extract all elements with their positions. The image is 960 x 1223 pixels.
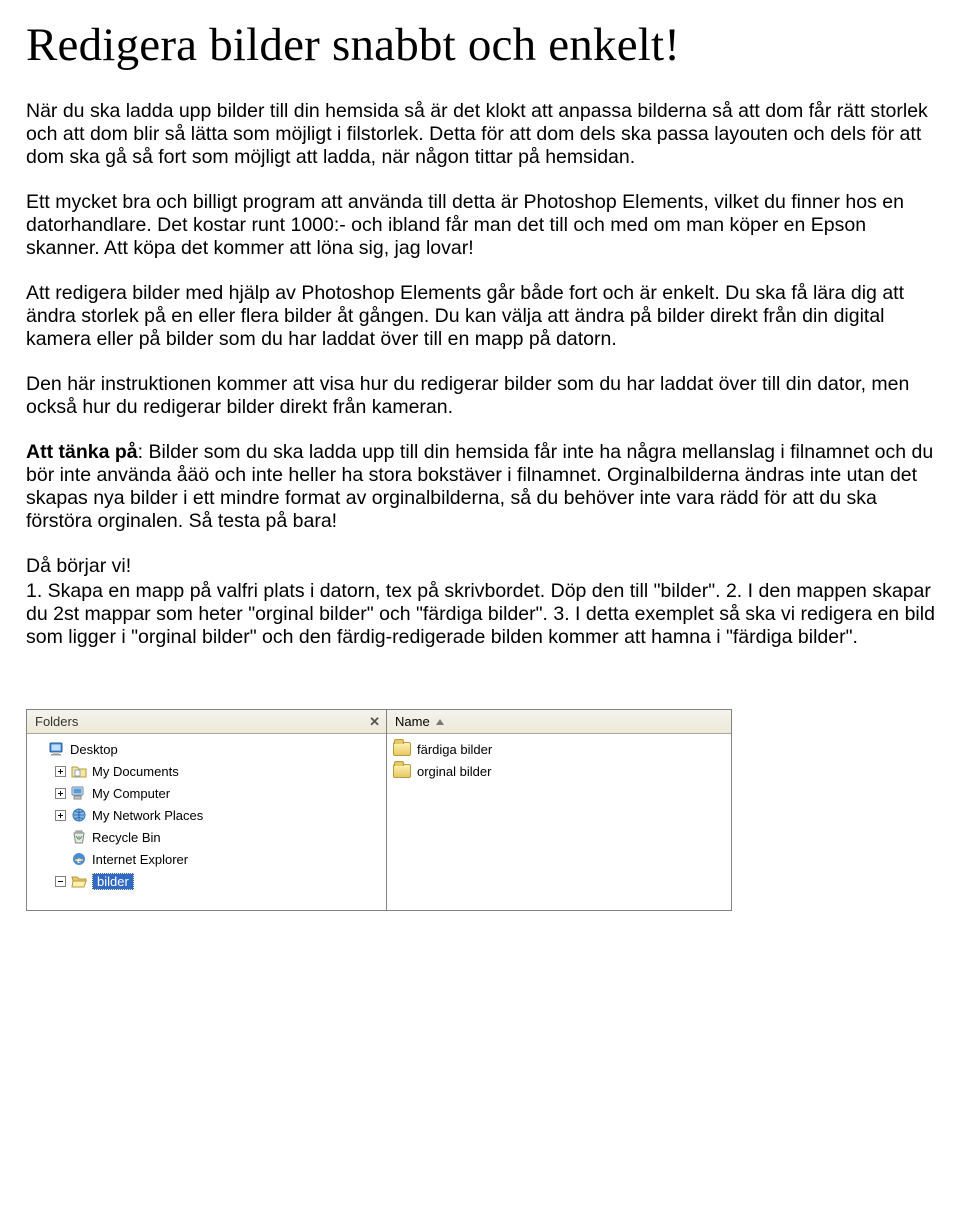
intro-paragraph-4: Den här instruktionen kommer att visa hu… — [26, 373, 944, 419]
tree-item-desktop[interactable]: Desktop — [33, 738, 382, 760]
note-paragraph: Att tänka på: Bilder som du ska ladda up… — [26, 441, 944, 533]
note-rest-1: : Bilder som du ska ladda upp till din h… — [138, 441, 775, 463]
ie-icon: e — [70, 850, 88, 868]
tree-label-selected: bilder — [92, 873, 134, 890]
tree-label: My Documents — [92, 764, 179, 779]
intro-paragraph-1: När du ska ladda upp bilder till din hem… — [26, 100, 944, 169]
tree-item-documents[interactable]: My Documents — [33, 760, 382, 782]
tree-label: Recycle Bin — [92, 830, 161, 845]
folder-icon — [393, 742, 411, 756]
folders-pane-header: Folders ✕ — [27, 710, 386, 734]
name-column-header[interactable]: Name — [387, 710, 731, 734]
page-title: Redigera bilder snabbt och enkelt! — [26, 18, 944, 72]
tree-item-ie[interactable]: e Internet Explorer — [33, 848, 382, 870]
expand-icon[interactable] — [55, 766, 66, 777]
file-label: orginal bilder — [417, 764, 491, 779]
tree-label: My Computer — [92, 786, 170, 801]
svg-text:e: e — [77, 855, 81, 865]
open-folder-icon — [70, 872, 88, 890]
desktop-icon — [48, 740, 66, 758]
recycle-bin-icon — [70, 828, 88, 846]
start-paragraph: Då börjar vi! — [26, 555, 944, 578]
documents-icon — [70, 762, 88, 780]
tree-item-network[interactable]: My Network Places — [33, 804, 382, 826]
sort-ascending-icon — [436, 719, 444, 725]
expand-icon[interactable] — [55, 788, 66, 799]
note-lead: Att tänka på — [26, 441, 138, 463]
computer-icon — [70, 784, 88, 802]
files-pane: Name färdiga bilder orginal bilder — [387, 710, 731, 910]
folders-pane: Folders ✕ Desktop My Documents — [27, 710, 387, 910]
close-icon[interactable]: ✕ — [369, 714, 380, 730]
list-item[interactable]: färdiga bilder — [393, 738, 725, 760]
folder-tree: Desktop My Documents My Computer — [27, 734, 386, 896]
name-column-label: Name — [395, 714, 430, 729]
folder-icon — [393, 764, 411, 778]
folders-pane-title: Folders — [35, 714, 78, 729]
intro-paragraph-3: Att redigera bilder med hjälp av Photosh… — [26, 282, 944, 351]
tree-label: Internet Explorer — [92, 852, 188, 867]
intro-paragraph-2: Ett mycket bra och billigt program att a… — [26, 191, 944, 260]
tree-label: My Network Places — [92, 808, 203, 823]
network-icon — [70, 806, 88, 824]
tree-item-recycle[interactable]: Recycle Bin — [33, 826, 382, 848]
file-label: färdiga bilder — [417, 742, 492, 757]
explorer-window: Folders ✕ Desktop My Documents — [26, 709, 732, 911]
steps-paragraph: 1. Skapa en mapp på valfri plats i dator… — [26, 580, 944, 649]
collapse-icon[interactable] — [55, 876, 66, 887]
expand-icon[interactable] — [55, 810, 66, 821]
list-item[interactable]: orginal bilder — [393, 760, 725, 782]
tree-item-bilder[interactable]: bilder — [33, 870, 382, 892]
tree-item-computer[interactable]: My Computer — [33, 782, 382, 804]
files-list: färdiga bilder orginal bilder — [387, 734, 731, 786]
tree-label: Desktop — [70, 742, 118, 757]
